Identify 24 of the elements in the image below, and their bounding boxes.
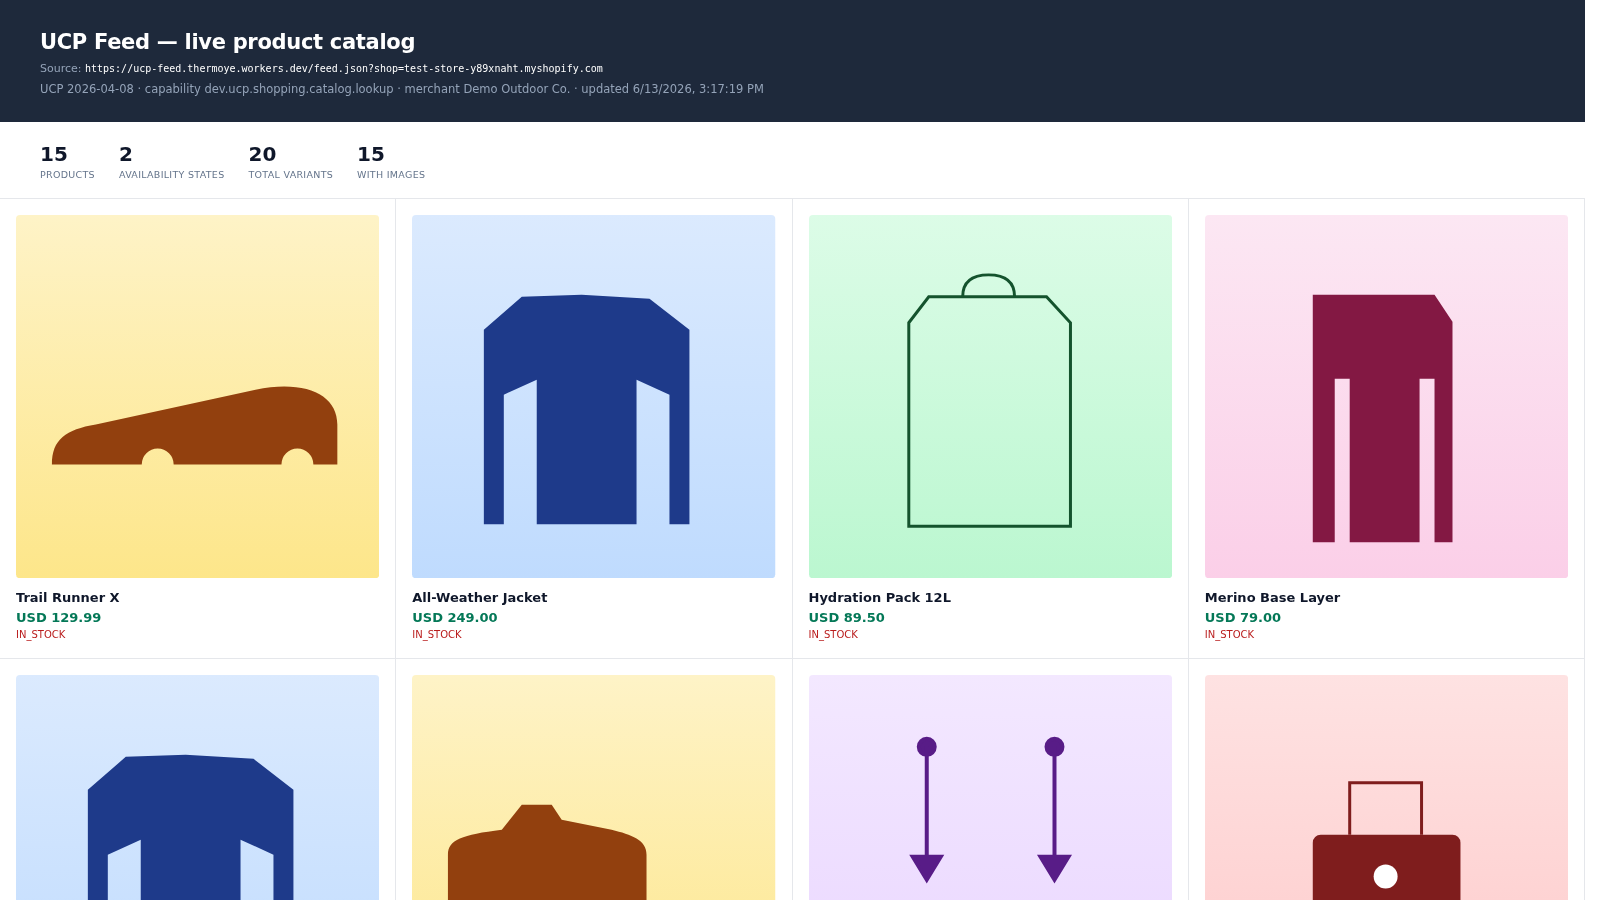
product-price: USD 79.00 <box>1204 610 1283 626</box>
availability-status: IN_STOCK <box>1204 629 1256 641</box>
product-name: Hydration Pack 12L <box>808 590 952 606</box>
product-name: All-Weather Jacket <box>412 590 549 606</box>
stat-label: WITH IMAGES <box>357 169 426 180</box>
stat-label: AVAILABILITY STATES <box>118 169 225 180</box>
product-name: Merino Base Layer <box>1204 590 1342 606</box>
product-price: USD 249.00 <box>412 610 499 626</box>
stat-label: TOTAL VARIANTS <box>248 169 334 180</box>
stat-label: PRODUCTS <box>40 169 95 180</box>
stat-value: 15 <box>357 142 386 166</box>
stat-value: 15 <box>40 142 69 166</box>
source-label: Source: <box>40 62 82 75</box>
availability-status: IN_STOCK <box>412 629 463 641</box>
stat-value: 2 <box>118 142 134 166</box>
page-title: UCP Feed — live product catalog <box>40 30 417 54</box>
product-price: USD 89.50 <box>808 610 886 626</box>
stat-value: 20 <box>248 142 278 166</box>
feed-metadata: UCP 2026-04-08 · capability dev.ucp.shopping.catalog.lookup · merchant Demo Outdoor Co. · updated 6/13/2026, 3:17:19 PM <box>40 82 765 96</box>
product-price: USD 129.99 <box>16 610 103 626</box>
availability-status: IN_STOCK <box>808 629 859 641</box>
source-link[interactable]: https://ucp-feed.thermoye.workers.dev/feed.json?shop=test-store-y89xnaht.myshopify.com <box>85 63 603 74</box>
product-name: Trail Runner X <box>16 590 121 606</box>
availability-status: IN_STOCK <box>16 629 67 641</box>
